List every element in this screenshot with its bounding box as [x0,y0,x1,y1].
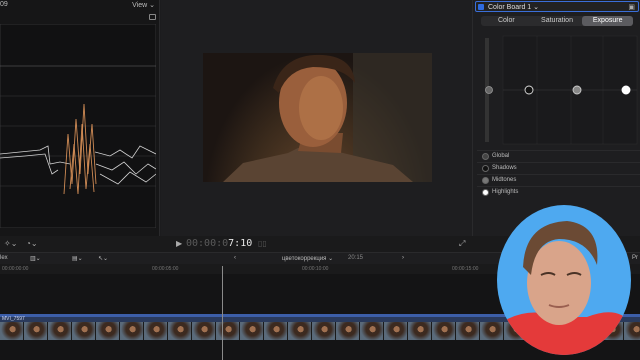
tab-saturation[interactable]: Saturation [532,16,583,26]
clip-thumbnail [240,322,264,340]
webcam-overlay [497,205,631,355]
row-label: Shadows [492,165,517,171]
clip-thumbnail [216,322,240,340]
clip-thumbnail [408,322,432,340]
row-global[interactable]: Global [477,150,640,162]
clip-thumbnail [168,322,192,340]
clip-thumbnail [120,322,144,340]
exposure-board [485,35,638,145]
timecode-display[interactable]: 00:00:07:10 [186,238,252,249]
highlights-dot-icon [482,189,489,196]
color-board-tabs: Color Saturation Exposure [481,16,634,26]
audio-icon[interactable]: ▤⌄ [72,255,83,262]
color-board-header[interactable]: Color Board 1 ⌄ ▣ [475,1,639,12]
webcam-image [497,221,631,355]
global-dot-icon [482,153,489,160]
scope-topbar: 09 View ⌄ [0,0,159,10]
row-label: Highlights [492,189,519,195]
clip-thumbnail [456,322,480,340]
magic-wand-icon[interactable]: ✧⌄ [4,239,17,248]
waveform-display [0,24,156,228]
highlights-puck[interactable] [621,85,631,95]
inspector-panel: Color Board 1 ⌄ ▣ Color Saturation Expos… [472,0,640,236]
ruler-tick: 00:00:10:00 [302,266,329,272]
audio-meter-icon: ▯▯ [258,239,267,248]
waveform-scope-panel: 09 View ⌄ [0,0,160,236]
row-label: Global [492,153,510,159]
color-board-rows: Global Shadows Midtones Highlights [477,150,640,198]
library-label: lex [0,255,8,261]
video-frame-image [223,53,432,182]
midtones-puck[interactable] [572,85,582,95]
clip-thumbnail [264,322,288,340]
clip-thumbnail [96,322,120,340]
clip-thumbnail [288,322,312,340]
right-label: Pr [632,255,638,261]
clip-thumbnail [312,322,336,340]
view-menu[interactable]: View ⌄ [132,1,155,9]
shadows-puck[interactable] [524,85,534,95]
reset-icon[interactable]: ▣ [628,3,635,11]
project-name[interactable]: цветокоррекция ⌄ [282,255,333,262]
timecode-bright: 7:10 [228,238,253,249]
color-board-title[interactable]: Color Board 1 ⌄ [488,3,539,11]
fullscreen-icon[interactable]: ⤢ [459,239,465,249]
row-shadows[interactable]: Shadows [477,162,640,174]
shadows-dot-icon [482,165,489,172]
clip-thumbnail [360,322,384,340]
clip-thumbnail [192,322,216,340]
scope-settings-icon[interactable] [149,14,156,20]
clip-thumbnail [48,322,72,340]
tab-color[interactable]: Color [481,16,532,26]
playhead[interactable] [222,266,223,360]
ruler-tick: 00:00:15:00 [452,266,479,272]
video-frame [203,53,432,182]
ruler-tick: 00:00:00:00 [2,266,29,272]
timecode-dim: 00:00:0 [186,238,229,249]
ruler-tick: 00:00:05:00 [152,266,179,272]
clip-thumbnail [0,322,24,340]
clip-appearance-icon[interactable]: ▥⌄ [30,255,41,262]
clip-thumbnail [24,322,48,340]
project-duration: 20:15 [348,255,364,261]
clip-thumbnail [72,322,96,340]
clip-thumbnail [384,322,408,340]
row-midtones[interactable]: Midtones [477,174,640,186]
clip-thumbnail [432,322,456,340]
viewer-panel [161,0,472,236]
master-puck[interactable] [485,86,493,94]
tab-exposure[interactable]: Exposure [582,16,634,26]
select-tool-icon[interactable]: ↖⌄ [98,255,108,262]
enable-checkbox[interactable] [478,4,484,10]
speed-icon[interactable]: ◔⌄ [26,239,38,248]
back-arrow-icon[interactable]: ‹ [234,255,236,261]
row-highlights[interactable]: Highlights [477,186,640,198]
row-label: Midtones [492,177,517,183]
clip-thumbnail [336,322,360,340]
forward-arrow-icon[interactable]: › [402,255,404,261]
scope-number: 09 [0,1,8,8]
clip-thumbnail [144,322,168,340]
midtones-dot-icon [482,177,489,184]
play-icon[interactable]: ▶ [176,239,182,248]
